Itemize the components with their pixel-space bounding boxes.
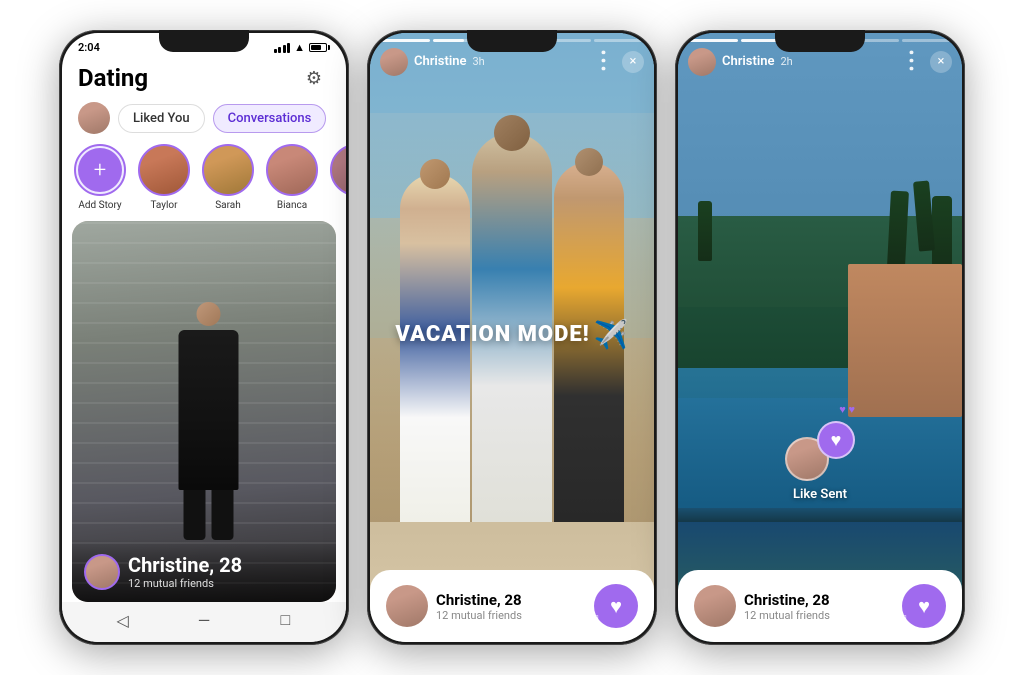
- tree-4: [698, 201, 712, 261]
- back-button-2[interactable]: ◁: [421, 610, 441, 630]
- bottom-nav-1: ◁ — □: [62, 602, 346, 642]
- resort-building: [848, 264, 962, 416]
- story-bg-3: [678, 33, 962, 642]
- story-avatar-bianca: [266, 144, 318, 196]
- recents-button-3[interactable]: □: [891, 610, 911, 630]
- like-sent-avatars: ♥ ♥ ♥: [785, 421, 855, 481]
- home-button-1[interactable]: —: [194, 610, 214, 630]
- tabs-row: Liked You Conversations: [62, 102, 346, 144]
- story-name-taylor: Taylor: [150, 200, 177, 211]
- dots-menu-2[interactable]: •••: [591, 49, 612, 73]
- plane-emoji: ✈️: [594, 318, 629, 351]
- add-story-avatar: +: [74, 144, 126, 196]
- progress-bar-5: [594, 39, 644, 42]
- bottom-nav-2: ◁ — □: [370, 602, 654, 642]
- story-sarah[interactable]: Sarah: [202, 144, 254, 211]
- dating-header: Dating ⚙: [62, 58, 346, 102]
- story-avatar-taylor: [138, 144, 190, 196]
- signal-icon-1: [274, 43, 291, 53]
- heart-symbol: ♥: [831, 430, 842, 451]
- story-name-bianca: Bianca: [277, 200, 307, 211]
- profile-figure: [164, 302, 254, 532]
- stories-row: + Add Story Taylor Sarah Bianca: [62, 144, 346, 221]
- tab-conversations[interactable]: Conversations: [213, 104, 327, 133]
- profile-card[interactable]: Christine, 28 12 mutual friends: [72, 221, 336, 602]
- home-button-2[interactable]: —: [502, 610, 522, 630]
- story-username-3: Christine: [722, 54, 775, 69]
- story-name-sarah: Sarah: [215, 200, 241, 211]
- notch-3: [775, 30, 865, 52]
- vacation-text-row: VACATION MODE! ✈️: [395, 318, 628, 351]
- story-time-2: 3h: [473, 55, 485, 68]
- dots-menu-3[interactable]: •••: [899, 49, 920, 73]
- profile-text: Christine, 28 12 mutual friends: [128, 553, 242, 590]
- back-button-1[interactable]: ◁: [113, 610, 133, 630]
- story-avatar-sarah: [202, 144, 254, 196]
- pb3-5: [902, 39, 952, 42]
- status-icons-1: ▲: [274, 41, 330, 54]
- story-avatar-sp: [330, 144, 346, 196]
- close-icon-3: ×: [938, 54, 945, 69]
- battery-icon-1: [309, 43, 330, 52]
- profile-mini-avatar: [84, 554, 120, 590]
- tab-liked-you[interactable]: Liked You: [118, 104, 205, 133]
- profile-mutual: 12 mutual friends: [128, 577, 242, 590]
- story-taylor[interactable]: Taylor: [138, 144, 190, 211]
- tree-3: [887, 190, 909, 266]
- phone-3: Christine 2h ••• × ♥ ♥: [675, 30, 965, 645]
- back-button-3[interactable]: ◁: [729, 610, 749, 630]
- story-user-info-2: Christine 3h: [380, 48, 485, 76]
- profile-info-row: Christine, 28 12 mutual friends: [84, 553, 324, 590]
- dating-title: Dating: [78, 64, 148, 92]
- like-sent-heart-icon: ♥: [817, 421, 855, 459]
- bottom-nav-3: ◁ — □: [678, 602, 962, 642]
- hearts-deco: ♥ ♥: [839, 403, 855, 416]
- profile-name: Christine, 28: [128, 553, 242, 577]
- plus-icon: +: [78, 148, 122, 192]
- pb3-1: [688, 39, 738, 42]
- story-view-2: Christine 3h ••• × VACATION MODE! ✈️: [370, 33, 654, 642]
- close-icon-2: ×: [630, 54, 637, 69]
- vacation-text: VACATION MODE!: [395, 322, 589, 347]
- progress-bar-1: [380, 39, 430, 42]
- recents-button-1[interactable]: □: [275, 610, 295, 630]
- story-time-3: 2h: [781, 55, 793, 68]
- user-avatar-tab[interactable]: [78, 102, 110, 134]
- profile-card-overlay: Christine, 28 12 mutual friends: [72, 539, 336, 602]
- phone-1: 2:04 ▲ Dating: [59, 30, 349, 645]
- like-sent-label: Like Sent: [793, 487, 847, 502]
- phone1-content: Dating ⚙ Liked You Conversations + Add S…: [62, 58, 346, 602]
- time-1: 2:04: [78, 41, 100, 54]
- phone-2: Christine 3h ••• × VACATION MODE! ✈️: [367, 30, 657, 645]
- pool-bottom: [678, 508, 962, 522]
- recents-button-2[interactable]: □: [583, 610, 603, 630]
- close-button-2[interactable]: ×: [622, 51, 644, 73]
- story-bianca[interactable]: Bianca: [266, 144, 318, 211]
- vacation-overlay: VACATION MODE! ✈️: [395, 318, 628, 351]
- close-button-3[interactable]: ×: [930, 51, 952, 73]
- story-sp[interactable]: Sp...: [330, 144, 346, 211]
- notch-2: [467, 30, 557, 52]
- story-actions-3: ••• ×: [898, 51, 952, 73]
- like-sent-overlay: ♥ ♥ ♥ Like Sent: [785, 421, 855, 502]
- story-add[interactable]: + Add Story: [74, 144, 126, 211]
- story-user-avatar-2: [380, 48, 408, 76]
- settings-button[interactable]: ⚙: [298, 62, 330, 94]
- story-user-info-3: Christine 2h: [688, 48, 793, 76]
- story-user-avatar-3: [688, 48, 716, 76]
- home-button-3[interactable]: —: [810, 610, 830, 630]
- add-story-label: Add Story: [78, 200, 121, 211]
- notch-1: [159, 30, 249, 52]
- wifi-icon-1: ▲: [294, 41, 305, 54]
- story-username-2: Christine: [414, 54, 467, 69]
- story-actions-2: ••• ×: [590, 51, 644, 73]
- story-view-3: Christine 2h ••• × ♥ ♥: [678, 33, 962, 642]
